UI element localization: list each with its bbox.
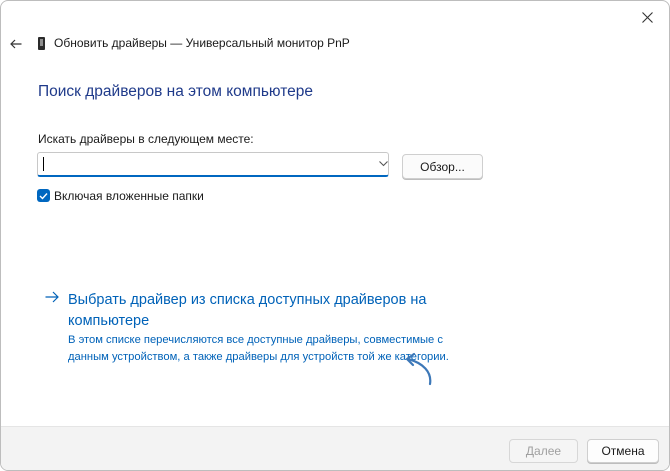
- close-icon: [641, 11, 653, 23]
- include-subfolders-label[interactable]: Включая вложенные папки: [54, 189, 204, 203]
- arrow-right-icon[interactable]: [45, 291, 59, 303]
- pick-driver-link[interactable]: Выбрать драйвер из списка доступных драй…: [68, 290, 448, 332]
- arrow-left-icon: [10, 39, 22, 49]
- cancel-button[interactable]: Отмена: [587, 439, 659, 463]
- back-button[interactable]: [5, 33, 27, 55]
- page-heading: Поиск драйверов на этом компьютере: [38, 83, 313, 100]
- update-drivers-dialog: Обновить драйверы — Универсальный монито…: [0, 0, 670, 471]
- search-path-input[interactable]: [38, 153, 368, 175]
- next-button[interactable]: Далее: [509, 439, 578, 463]
- dialog-title: Обновить драйверы — Универсальный монито…: [54, 36, 350, 50]
- chevron-down-icon[interactable]: [378, 157, 388, 171]
- text-caret: [43, 157, 44, 171]
- include-subfolders-checkbox[interactable]: [37, 189, 50, 202]
- close-button[interactable]: [627, 2, 667, 32]
- checkmark-icon: [39, 192, 48, 200]
- browse-button[interactable]: Обзор...: [402, 154, 483, 179]
- search-location-label: Искать драйверы в следующем месте:: [38, 132, 254, 146]
- search-path-combobox[interactable]: [37, 152, 389, 177]
- monitor-device-icon: [38, 37, 45, 50]
- annotation-arrow-icon: [405, 352, 432, 386]
